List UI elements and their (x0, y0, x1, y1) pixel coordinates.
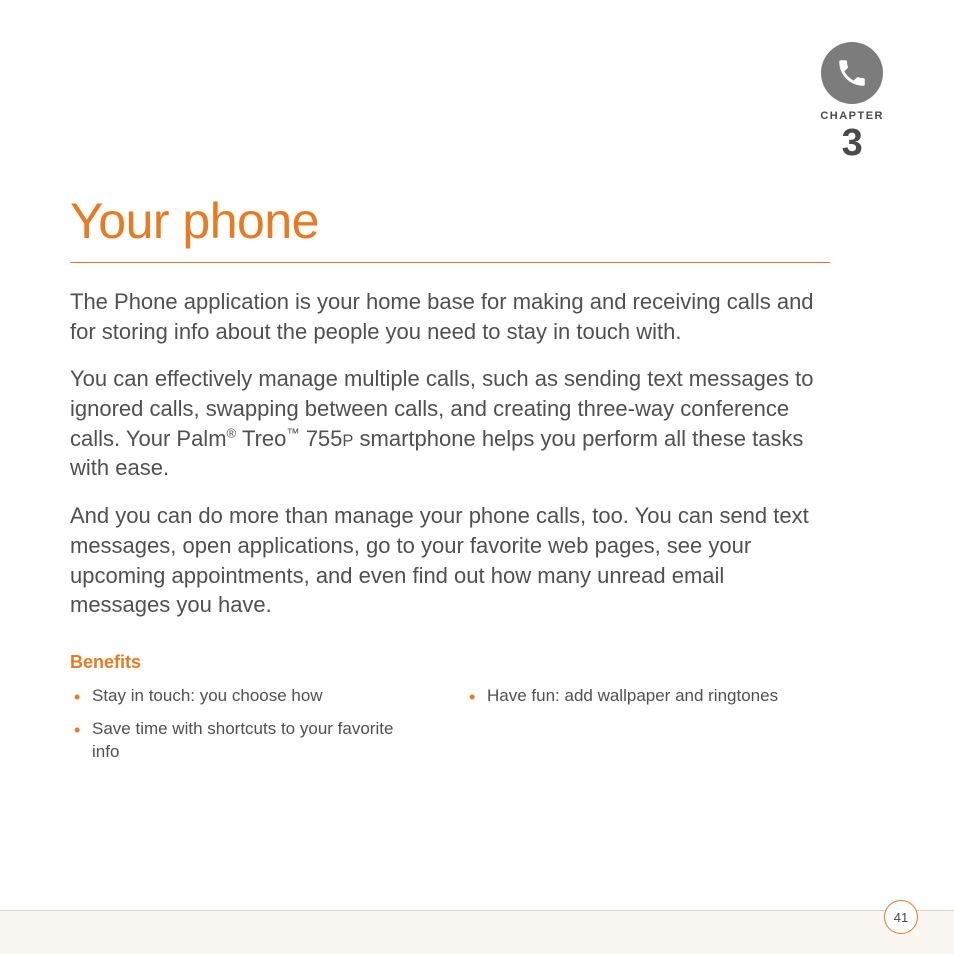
benefits-column-left: Stay in touch: you choose how Save time … (70, 685, 405, 774)
benefit-item: Have fun: add wallpaper and ringtones (465, 685, 800, 708)
page-title: Your phone (70, 192, 830, 263)
registered-mark: ® (227, 425, 237, 440)
body-content: The Phone application is your home base … (70, 287, 830, 620)
benefit-item: Save time with shortcuts to your favorit… (70, 718, 405, 764)
page-footer: 41 (0, 898, 954, 954)
chapter-number: 3 (820, 124, 884, 162)
benefits-column-right: Have fun: add wallpaper and ringtones (465, 685, 800, 774)
benefit-item: Stay in touch: you choose how (70, 685, 405, 708)
paragraph-1: The Phone application is your home base … (70, 287, 830, 346)
p2-text-b: Treo (236, 426, 286, 451)
chapter-icon-circle (821, 42, 883, 104)
p2-text-c: 755 (300, 426, 343, 451)
model-suffix: P (342, 432, 353, 450)
benefits-columns: Stay in touch: you choose how Save time … (70, 685, 884, 774)
trademark-mark: ™ (286, 425, 299, 440)
benefits-heading: Benefits (70, 652, 884, 673)
chapter-label: CHAPTER (820, 110, 884, 122)
page: CHAPTER 3 Your phone The Phone applicati… (0, 0, 954, 954)
benefits-section: Benefits Stay in touch: you choose how S… (70, 652, 884, 774)
footer-strip (0, 910, 954, 954)
page-number: 41 (884, 900, 918, 934)
phone-icon (835, 56, 869, 90)
paragraph-2: You can effectively manage multiple call… (70, 364, 830, 483)
paragraph-3: And you can do more than manage your pho… (70, 501, 830, 620)
chapter-badge: CHAPTER 3 (820, 42, 884, 162)
